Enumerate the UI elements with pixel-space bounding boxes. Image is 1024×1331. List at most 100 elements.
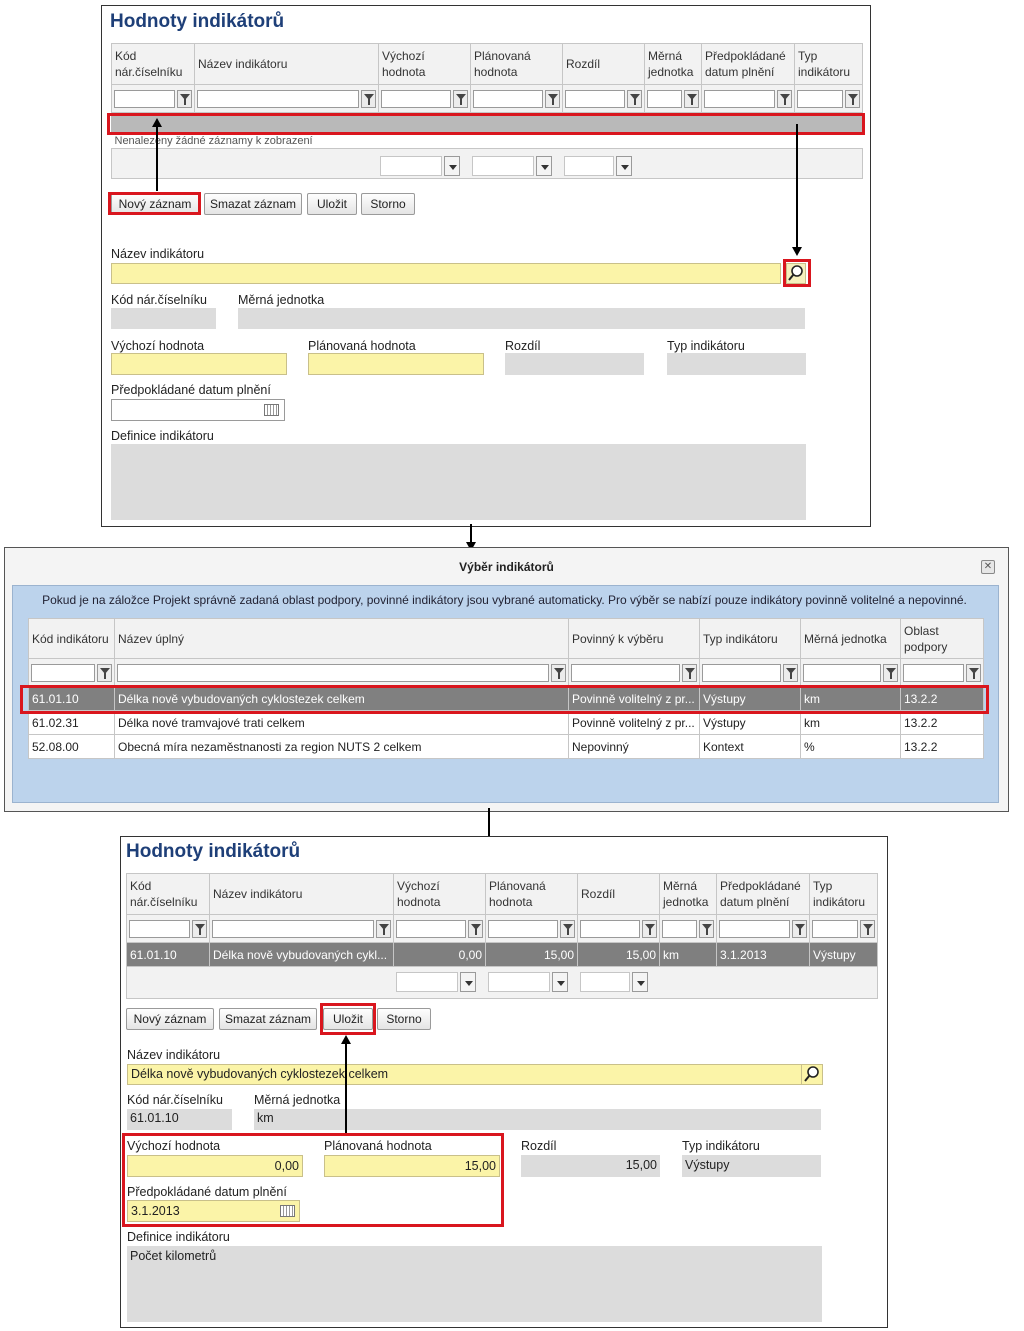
name-field[interactable]: Délka nově vybudovaných cyklostezek celk… bbox=[127, 1064, 803, 1085]
filter-icon[interactable] bbox=[966, 663, 981, 682]
filter-input[interactable] bbox=[719, 919, 790, 938]
filter-icon[interactable] bbox=[777, 89, 792, 108]
dropdown-arrow-icon[interactable] bbox=[552, 972, 568, 992]
col-header-plan[interactable]: Plánovaná hodnota bbox=[485, 873, 578, 915]
filter-icon[interactable] bbox=[845, 89, 860, 108]
col-header-name[interactable]: Název indikátoru bbox=[209, 873, 394, 915]
type-label: Typ indikátoru bbox=[682, 1139, 760, 1153]
dropdown-arrow-icon[interactable] bbox=[536, 156, 552, 176]
filter-icon[interactable] bbox=[560, 919, 575, 938]
cancel-button[interactable]: Storno bbox=[361, 193, 415, 215]
filter-input[interactable] bbox=[473, 89, 543, 108]
filter-input[interactable] bbox=[702, 663, 781, 682]
filter-input[interactable] bbox=[114, 89, 175, 108]
date-field[interactable] bbox=[111, 399, 285, 421]
filter-icon[interactable] bbox=[684, 89, 699, 108]
col-header-date[interactable]: Předpokládané datum plnění bbox=[716, 873, 810, 915]
filter-icon[interactable] bbox=[783, 663, 798, 682]
dlg-col-area[interactable]: Oblast podpory bbox=[900, 618, 984, 659]
footer-start-select[interactable] bbox=[380, 156, 460, 176]
diff-label: Rozdíl bbox=[505, 339, 541, 353]
filter-input[interactable] bbox=[381, 89, 451, 108]
plan-label: Plánovaná hodnota bbox=[308, 339, 416, 353]
dropdown-arrow-icon[interactable] bbox=[460, 972, 476, 992]
filter-icon[interactable] bbox=[468, 919, 483, 938]
filter-icon[interactable] bbox=[376, 919, 391, 938]
filter-input[interactable] bbox=[662, 919, 697, 938]
table-row[interactable]: 52.08.00 Obecná míra nezaměstnanosti za … bbox=[28, 734, 984, 759]
col-header-unit[interactable]: Měrná jednotka bbox=[644, 43, 702, 85]
new-record-button[interactable]: Nový záznam bbox=[126, 1008, 214, 1030]
dlg-col-type[interactable]: Typ indikátoru bbox=[699, 618, 801, 659]
footer-start-select[interactable] bbox=[396, 972, 476, 992]
col-header-diff[interactable]: Rozdíl bbox=[562, 43, 645, 85]
dropdown-arrow-icon[interactable] bbox=[632, 972, 648, 992]
footer-diff-select[interactable] bbox=[580, 972, 648, 992]
dlg-col-required[interactable]: Povinný k výběru bbox=[568, 618, 700, 659]
col-header-code[interactable]: Kód nár.číselníku bbox=[111, 43, 195, 85]
filter-input[interactable] bbox=[396, 919, 466, 938]
dlg-col-code[interactable]: Kód indikátoru bbox=[28, 618, 115, 659]
filter-input[interactable] bbox=[197, 89, 359, 108]
filter-icon[interactable] bbox=[627, 89, 642, 108]
filter-icon[interactable] bbox=[699, 919, 714, 938]
col-header-diff[interactable]: Rozdíl bbox=[577, 873, 660, 915]
start-field[interactable] bbox=[111, 353, 287, 375]
dropdown-arrow-icon[interactable] bbox=[616, 156, 632, 176]
dlg-col-name[interactable]: Název úplný bbox=[114, 618, 569, 659]
dropdown-arrow-icon[interactable] bbox=[444, 156, 460, 176]
filter-input[interactable] bbox=[565, 89, 625, 108]
panel-indicator-values-filled: Hodnoty indikátorů Kód nár.číselníku Náz… bbox=[120, 836, 888, 1328]
cell-type: Výstupy bbox=[699, 710, 801, 735]
col-header-name[interactable]: Název indikátoru bbox=[194, 43, 379, 85]
filter-icon[interactable] bbox=[177, 89, 192, 108]
filter-input[interactable] bbox=[488, 919, 558, 938]
filter-icon[interactable] bbox=[792, 919, 807, 938]
delete-record-button[interactable]: Smazat záznam bbox=[219, 1008, 317, 1030]
footer-plan-select[interactable] bbox=[488, 972, 568, 992]
col-header-unit[interactable]: Měrná jednotka bbox=[659, 873, 717, 915]
filter-icon[interactable] bbox=[453, 89, 468, 108]
filter-input[interactable] bbox=[571, 663, 680, 682]
filter-input[interactable] bbox=[812, 919, 858, 938]
filter-icon[interactable] bbox=[545, 89, 560, 108]
filter-input[interactable] bbox=[797, 89, 843, 108]
filter-input[interactable] bbox=[129, 919, 190, 938]
delete-record-button[interactable]: Smazat záznam bbox=[204, 193, 302, 215]
col-header-type[interactable]: Typ indikátoru bbox=[794, 43, 863, 85]
col-header-code[interactable]: Kód nár.číselníku bbox=[126, 873, 210, 915]
filter-input[interactable] bbox=[117, 663, 549, 682]
filter-icon[interactable] bbox=[860, 919, 875, 938]
filter-input[interactable] bbox=[580, 919, 640, 938]
filter-icon[interactable] bbox=[642, 919, 657, 938]
cancel-button[interactable]: Storno bbox=[377, 1008, 431, 1030]
col-header-type[interactable]: Typ indikátoru bbox=[809, 873, 878, 915]
filter-input[interactable] bbox=[31, 663, 95, 682]
col-header-start[interactable]: Výchozí hodnota bbox=[378, 43, 471, 85]
footer-plan-select[interactable] bbox=[472, 156, 552, 176]
footer-diff-select[interactable] bbox=[564, 156, 632, 176]
dlg-col-unit[interactable]: Měrná jednotka bbox=[800, 618, 901, 659]
table-row[interactable]: 61.02.31 Délka nové tramvajové trati cel… bbox=[28, 710, 984, 735]
filter-icon[interactable] bbox=[192, 919, 207, 938]
filter-icon[interactable] bbox=[682, 663, 697, 682]
filter-input[interactable] bbox=[647, 89, 682, 108]
plan-field[interactable] bbox=[308, 353, 484, 375]
filter-icon[interactable] bbox=[551, 663, 566, 682]
filter-icon[interactable] bbox=[361, 89, 376, 108]
filter-input[interactable] bbox=[803, 663, 881, 682]
table-row[interactable]: 61.01.10 Délka nově vybudovaných cykl...… bbox=[126, 942, 878, 967]
col-header-plan[interactable]: Plánovaná hodnota bbox=[470, 43, 563, 85]
filter-input[interactable] bbox=[704, 89, 775, 108]
save-button[interactable]: Uložit bbox=[307, 193, 357, 215]
close-icon[interactable]: ✕ bbox=[981, 560, 995, 574]
calendar-icon[interactable] bbox=[264, 404, 279, 416]
filter-icon[interactable] bbox=[883, 663, 898, 682]
search-icon[interactable] bbox=[801, 1064, 823, 1085]
filter-input[interactable] bbox=[903, 663, 964, 682]
filter-input[interactable] bbox=[212, 919, 374, 938]
name-field[interactable] bbox=[111, 263, 781, 284]
col-header-start[interactable]: Výchozí hodnota bbox=[393, 873, 486, 915]
filter-icon[interactable] bbox=[97, 663, 112, 682]
col-header-date[interactable]: Předpokládané datum plnění bbox=[701, 43, 795, 85]
